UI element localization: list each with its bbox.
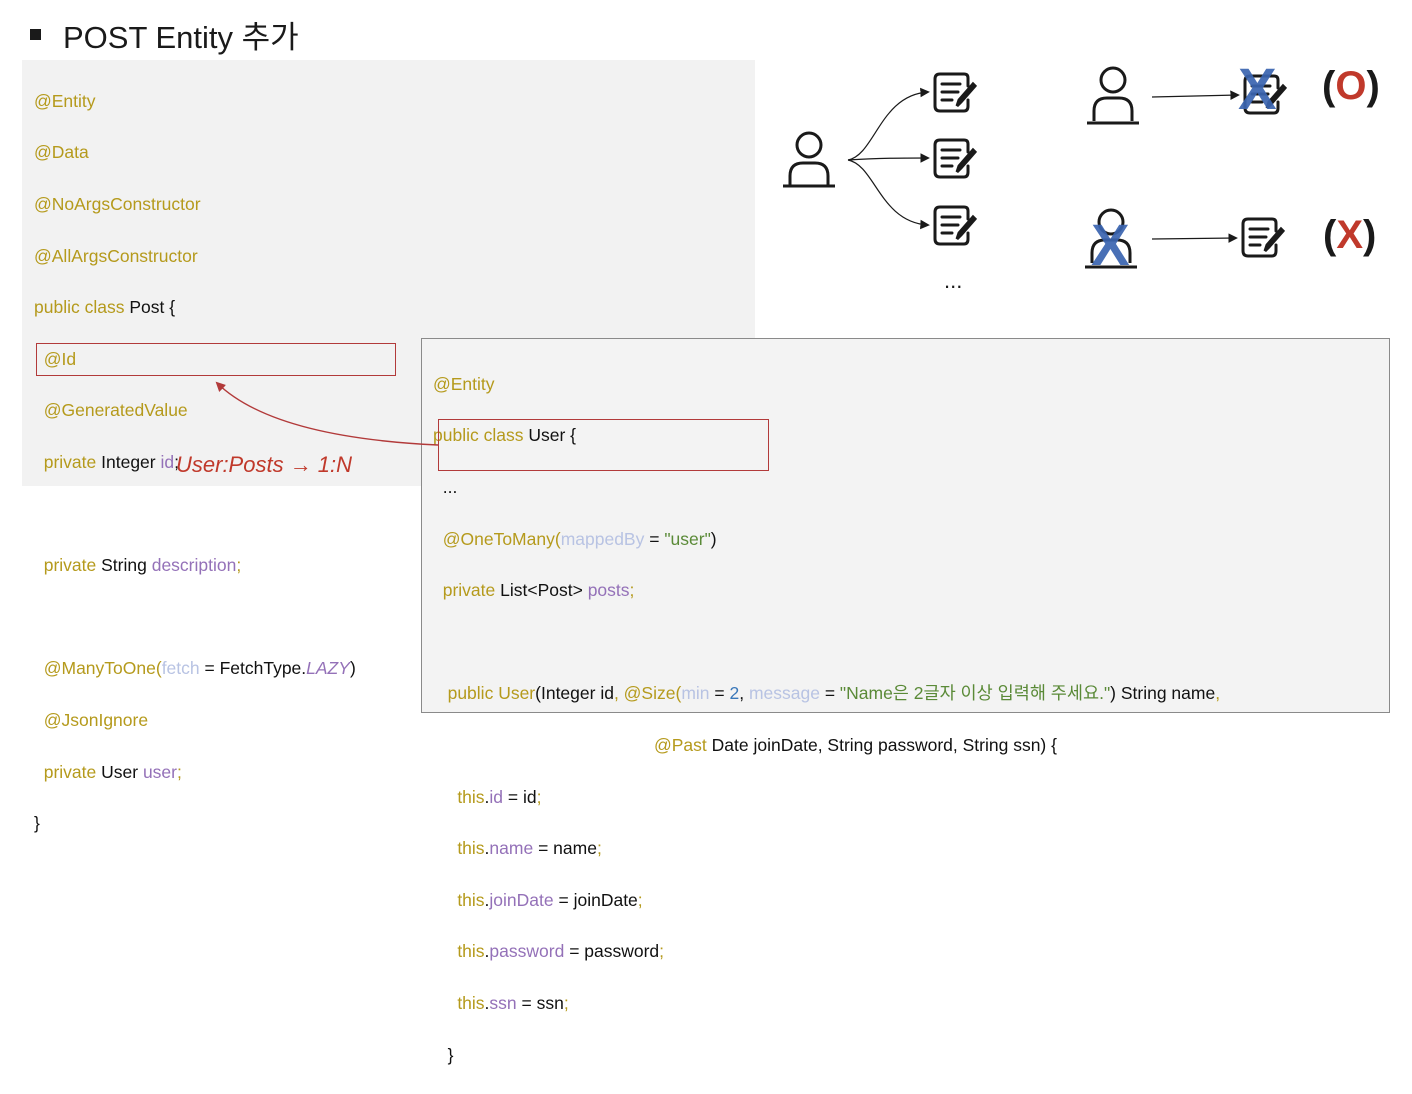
- valid-mark: (O): [1322, 64, 1380, 109]
- code-line: this.password = password;: [433, 939, 1389, 965]
- code-line: }: [34, 811, 755, 837]
- keyword: private: [43, 761, 97, 782]
- code-text: ;: [177, 761, 182, 782]
- code-text: = joinDate: [553, 889, 638, 910]
- keyword: this: [457, 889, 485, 910]
- code-text: = name: [533, 838, 597, 859]
- code-text: = id: [503, 786, 537, 807]
- link-arrow: [1151, 233, 1238, 243]
- annotation: @Past: [654, 734, 707, 755]
- user-icon: [1087, 66, 1139, 125]
- code-text: ;: [536, 786, 542, 807]
- code-line: private User user;: [34, 760, 755, 786]
- document-icon: [933, 138, 978, 179]
- code-text: }: [447, 1044, 454, 1065]
- code-text: = ssn: [516, 992, 564, 1013]
- field-name: password: [489, 941, 565, 962]
- relation-arrow-overlay: [215, 66, 1288, 446]
- strike-x-icon: X: [1238, 57, 1277, 122]
- keyword: this: [457, 992, 485, 1013]
- mark-paren: (: [1323, 213, 1337, 257]
- code-line: this.ssn = ssn;: [433, 991, 1389, 1017]
- code-line: this.name = name;: [433, 836, 1389, 862]
- link-arrow: [1151, 90, 1240, 100]
- mark-letter: X: [1336, 213, 1364, 257]
- document-icon: [1241, 217, 1286, 258]
- code-text: ;: [659, 941, 665, 962]
- more-posts-ellipsis: ...: [944, 268, 963, 293]
- code-text: Date joinDate, String password, String s…: [706, 734, 1057, 755]
- field-name: ssn: [489, 992, 517, 1013]
- field-name: joinDate: [489, 889, 554, 910]
- strike-x-icon: X: [1091, 213, 1130, 278]
- branch-arrow-middle: [847, 153, 930, 163]
- mark-paren: ): [1363, 213, 1377, 257]
- document-icon: [933, 72, 978, 113]
- field-name: id: [489, 786, 504, 807]
- code-text: = password: [564, 941, 660, 962]
- keyword: this: [457, 786, 485, 807]
- field-name: user: [142, 761, 177, 782]
- code-text: ;: [563, 992, 569, 1013]
- user-icon: [783, 131, 835, 188]
- code-line: }: [433, 1043, 1389, 1069]
- code-text: ;: [637, 889, 643, 910]
- code-line: this.id = id;: [433, 785, 1389, 811]
- code-text: }: [34, 813, 40, 834]
- branch-arrow-bottom: [847, 159, 930, 230]
- mark-paren: ): [1366, 64, 1380, 108]
- relation-arrow: [215, 381, 439, 446]
- code-text: ;: [596, 838, 602, 859]
- mark-paren: (: [1322, 64, 1336, 108]
- code-text: User: [96, 761, 143, 782]
- code-line: @Past Date joinDate, String password, St…: [433, 733, 1389, 759]
- keyword: this: [457, 838, 485, 859]
- keyword: this: [457, 941, 485, 962]
- invalid-mark: (X): [1323, 213, 1376, 258]
- mark-letter: O: [1335, 64, 1367, 108]
- code-line: this.joinDate = joinDate;: [433, 888, 1389, 914]
- branch-arrow-top: [847, 87, 930, 161]
- field-name: name: [489, 838, 534, 859]
- document-icon: [933, 205, 978, 246]
